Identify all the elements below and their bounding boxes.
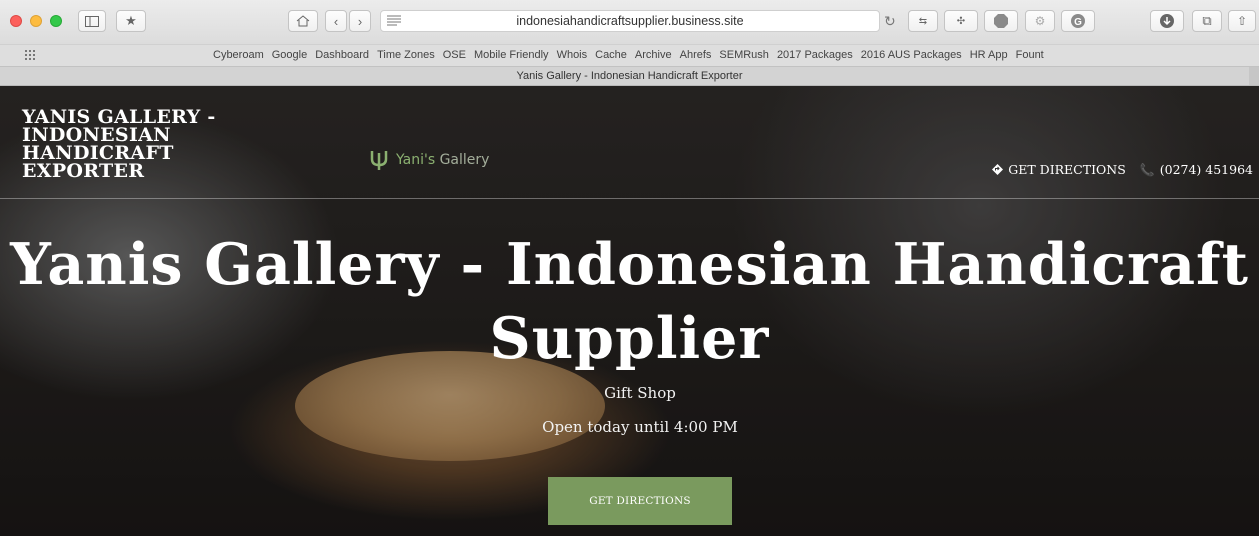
bookmark-item[interactable]: Dashboard: [315, 49, 369, 61]
header-divider: [0, 198, 1259, 199]
nav-phone[interactable]: 📞 (0274) 451964: [1140, 162, 1253, 177]
logo-text: Yani's Gallery: [396, 152, 490, 168]
star-icon: ★: [125, 13, 137, 28]
grammarly-icon: G: [1071, 14, 1085, 28]
home-icon: [296, 15, 310, 27]
logo-mark-icon: [370, 151, 388, 170]
tab-bar: Yanis Gallery - Indonesian Handicraft Ex…: [0, 66, 1259, 86]
directions-icon: [992, 164, 1004, 175]
header-nav: GET DIRECTIONS 📞 (0274) 451964: [992, 162, 1253, 177]
bookmark-item[interactable]: Cyberoam: [213, 49, 264, 61]
download-icon: [1160, 14, 1174, 28]
website-page: YANIS GALLERY - INDONESIAN HANDICRAFT EX…: [0, 86, 1259, 536]
chevron-left-icon: ‹: [333, 13, 339, 29]
business-hours: Open today until 4:00 PM: [542, 418, 738, 436]
downloads-button[interactable]: [1150, 10, 1184, 32]
reload-icon[interactable]: ↻: [884, 13, 896, 30]
extension-button-1[interactable]: ⇆: [908, 10, 938, 32]
arrows-icon: ⇆: [918, 15, 928, 27]
apps-grid-icon[interactable]: [25, 50, 38, 61]
adblock-icon: [994, 14, 1008, 28]
site-title[interactable]: YANIS GALLERY - INDONESIAN HANDICRAFT EX…: [22, 108, 262, 181]
sidebar-toggle-button[interactable]: [78, 10, 106, 32]
nav-get-directions[interactable]: GET DIRECTIONS: [992, 162, 1126, 177]
tab-active[interactable]: Yanis Gallery - Indonesian Handicraft Ex…: [516, 70, 742, 82]
browser-toolbar: ★ ‹ › indonesiahandicraftsupplier.busine…: [0, 0, 1259, 44]
bookmark-item[interactable]: 2016 AUS Packages: [861, 49, 962, 61]
shuffle-icon: ✣: [956, 15, 966, 27]
zoom-window-button[interactable]: [50, 15, 62, 27]
tabs-icon: ⧉: [1202, 13, 1212, 28]
bookmarks-list: Cyberoam Google Dashboard Time Zones OSE…: [213, 49, 1044, 61]
address-bar[interactable]: indonesiahandicraftsupplier.business.sit…: [380, 10, 880, 32]
hero-heading: Yanis Gallery - Indonesian Handicraft Su…: [10, 231, 1249, 372]
share-icon: ⇧: [1236, 14, 1248, 28]
bookmark-item[interactable]: Mobile Friendly: [474, 49, 549, 61]
svg-text:G: G: [1074, 17, 1082, 28]
minimize-window-button[interactable]: [30, 15, 42, 27]
close-window-button[interactable]: [10, 15, 22, 27]
bookmark-item[interactable]: Whois: [557, 49, 588, 61]
bookmarks-bar: Cyberoam Google Dashboard Time Zones OSE…: [0, 44, 1259, 66]
home-button[interactable]: [288, 10, 318, 32]
gear-icon: ⚙: [1034, 14, 1046, 28]
tabs-overview-button[interactable]: ⧉: [1192, 10, 1222, 32]
nav-phone-label: (0274) 451964: [1159, 162, 1253, 177]
new-tab-button[interactable]: [1249, 67, 1259, 85]
business-category: Gift Shop: [604, 384, 676, 402]
forward-button[interactable]: ›: [349, 10, 371, 32]
bookmark-item[interactable]: Fount: [1016, 49, 1044, 61]
reader-icon[interactable]: [387, 15, 401, 26]
sidebar-icon: [85, 15, 99, 27]
bookmark-item[interactable]: Archive: [635, 49, 672, 61]
bookmarks-button[interactable]: ★: [116, 10, 146, 32]
bookmark-item[interactable]: Ahrefs: [680, 49, 712, 61]
bookmark-item[interactable]: OSE: [443, 49, 466, 61]
extension-button-4[interactable]: G: [1061, 10, 1095, 32]
bookmark-item[interactable]: Google: [272, 49, 307, 61]
site-logo[interactable]: Yani's Gallery: [370, 149, 489, 171]
extension-button-2[interactable]: ✣: [944, 10, 978, 32]
bookmark-item[interactable]: Time Zones: [377, 49, 435, 61]
bookmark-item[interactable]: SEMRush: [719, 49, 769, 61]
bookmark-item[interactable]: HR App: [970, 49, 1008, 61]
share-button[interactable]: ⇧: [1228, 10, 1256, 32]
nav-directions-label: GET DIRECTIONS: [1008, 162, 1126, 177]
bookmark-item[interactable]: Cache: [595, 49, 627, 61]
chevron-right-icon: ›: [357, 13, 363, 29]
back-button[interactable]: ‹: [325, 10, 347, 32]
get-directions-button[interactable]: GET DIRECTIONS: [548, 477, 732, 525]
bookmark-item[interactable]: 2017 Packages: [777, 49, 853, 61]
phone-icon: 📞: [1139, 162, 1155, 177]
extension-button-adblock[interactable]: [984, 10, 1018, 32]
extension-button-3[interactable]: ⚙: [1025, 10, 1055, 32]
